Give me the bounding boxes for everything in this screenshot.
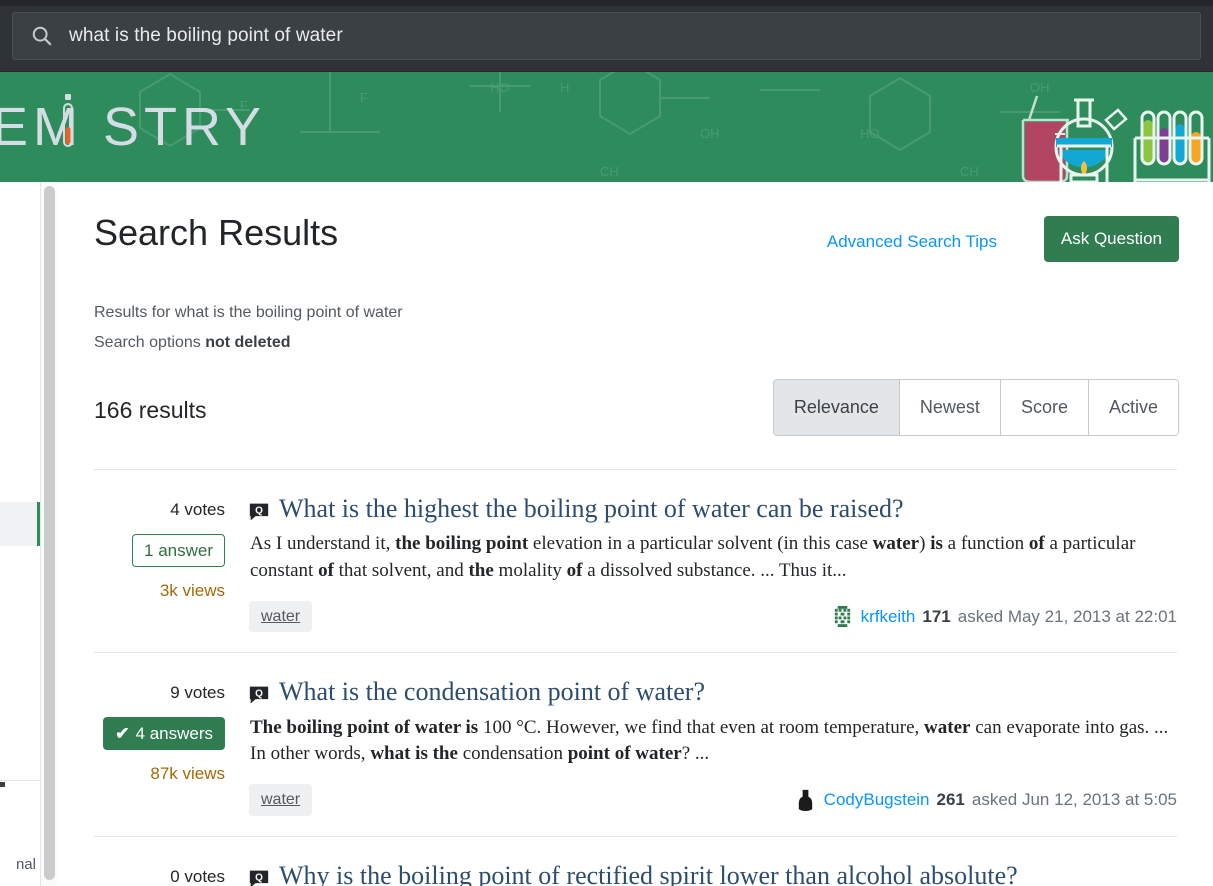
results-for-prefix: Results for — [94, 304, 175, 321]
result-title-link[interactable]: What is the highest the boiling point of… — [279, 494, 904, 524]
svg-text:OH: OH — [700, 126, 720, 141]
sidebar-item-active[interactable] — [0, 502, 40, 546]
result-timestamp: asked May 21, 2013 at 22:01 — [957, 606, 1177, 626]
result-excerpt: As I understand it, the boiling point el… — [250, 533, 1136, 581]
search-info: Results for what is the boiling point of… — [94, 298, 1177, 357]
search-result-item: 9 votes ✔ 4 answers 87k views Q What is the c… — [94, 652, 1177, 835]
svg-text:F: F — [360, 90, 368, 105]
site-logo-text[interactable]: EM STRY — [0, 96, 266, 158]
svg-text:HO: HO — [490, 80, 510, 95]
site-banner: HOH OHHO HCH CHOH FF EM STRY — [0, 72, 1213, 182]
left-sidebar: nal — [0, 182, 41, 886]
result-title-link[interactable]: What is the condensation point of water? — [279, 677, 705, 707]
result-title-link[interactable]: Why is the boiling point of rectified sp… — [279, 861, 1018, 886]
search-query-text: what is the boiling point of water — [69, 25, 343, 46]
test-tube-logo-icon — [63, 94, 73, 147]
accepted-check-icon: ✔ — [115, 723, 130, 743]
search-options-value: not deleted — [205, 333, 291, 351]
sort-tab-relevance[interactable]: Relevance — [773, 380, 900, 436]
tag-list: water — [249, 600, 313, 633]
svg-text:Q: Q — [255, 872, 263, 883]
question-icon: Q — [249, 502, 269, 522]
sidebar-bullet-icon — [0, 782, 5, 787]
silhouette-avatar — [793, 788, 817, 812]
result-stats: 9 votes ✔ 4 answers 87k views — [94, 675, 249, 815]
result-footer: water krfkeith 171 asked May 21, 2013 at 22… — [249, 600, 1177, 633]
answer-count-badge: 1 answer — [132, 533, 225, 568]
vote-count: 9 votes — [170, 683, 225, 703]
result-body: Q What is the highest the boiling point o… — [249, 492, 1177, 633]
answer-count-badge: ✔ 4 answers — [103, 716, 225, 751]
result-excerpt: The boiling point of water is 100 °C. Ho… — [250, 716, 1169, 764]
user-reputation: 171 — [922, 606, 951, 626]
result-body: Q Why is the boiling point of rectified s… — [249, 859, 1177, 886]
search-result-item: 0 votes Q Why is the boiling point of rect… — [94, 835, 1177, 886]
results-for-query: what is the boiling point of water — [174, 304, 403, 321]
identicon-avatar — [830, 605, 854, 629]
results-toolbar: 166 results Relevance Newest Score Active — [94, 379, 1179, 469]
results-list: 4 votes 1 answer 3k views Q What is the high… — [94, 469, 1177, 886]
user-reputation: 261 — [936, 789, 965, 809]
search-icon — [31, 25, 53, 47]
answer-count-label: 1 answer — [144, 540, 213, 560]
result-title-row: Q What is the highest the boiling point o… — [249, 494, 1177, 524]
search-input[interactable]: what is the boiling point of water — [12, 12, 1201, 60]
result-footer: water CodyBugstein 261 asked Jun 12, 2013 a… — [249, 783, 1177, 816]
view-count: 3k views — [159, 581, 225, 601]
browser-chrome-bar: what is the boiling point of water — [0, 0, 1213, 72]
page-scrollbar[interactable] — [41, 182, 58, 886]
vote-count: 0 votes — [170, 866, 225, 886]
result-stats: 4 votes 1 answer 3k views — [94, 492, 249, 632]
sort-tabs: Relevance Newest Score Active — [772, 379, 1179, 437]
result-user-info: CodyBugstein 261 asked Jun 12, 2013 at 5:0… — [793, 788, 1177, 812]
search-options-line: Search options not deleted — [94, 328, 1177, 358]
answer-count-label: 4 answers — [135, 723, 213, 743]
chrome-top-edge — [0, 0, 1213, 6]
tag-water[interactable]: water — [249, 783, 313, 816]
svg-text:CH: CH — [600, 164, 619, 179]
results-for-line: Results for what is the boiling point of… — [94, 298, 1177, 328]
page-title: Search Results — [94, 212, 339, 253]
result-title-row: Q Why is the boiling point of rectified s… — [249, 861, 1177, 886]
result-timestamp: asked Jun 12, 2013 at 5:05 — [971, 789, 1177, 809]
banner-lab-equipment-art — [1021, 95, 1211, 182]
question-icon: Q — [249, 869, 269, 886]
result-stats: 0 votes — [94, 859, 249, 886]
test-tube-rack-icon — [1133, 110, 1211, 182]
round-flask-burner-icon — [1054, 98, 1128, 182]
main-content: Search Results Advanced Search Tips Ask … — [58, 182, 1213, 886]
sort-tab-active[interactable]: Active — [1088, 380, 1178, 436]
svg-text:Q: Q — [255, 689, 263, 700]
question-icon: Q — [249, 685, 269, 705]
view-count: 87k views — [150, 764, 225, 784]
vote-count: 4 votes — [170, 500, 225, 520]
scrollbar-thumb[interactable] — [44, 186, 55, 880]
svg-text:H: H — [560, 80, 569, 95]
search-result-item: 4 votes 1 answer 3k views Q What is the high… — [94, 469, 1177, 652]
tag-list: water — [249, 783, 313, 816]
sidebar-text-fragment: nal — [15, 856, 36, 873]
page-header: Search Results Advanced Search Tips Ask … — [94, 182, 1179, 286]
ask-question-button[interactable]: Ask Question — [1043, 216, 1179, 262]
advanced-search-tips-link[interactable]: Advanced Search Tips — [827, 232, 997, 252]
sort-tab-newest[interactable]: Newest — [899, 380, 1001, 436]
results-count: 166 results — [94, 397, 207, 424]
svg-text:Q: Q — [255, 506, 263, 517]
result-body: Q What is the condensation point of water… — [249, 675, 1177, 816]
user-name-link[interactable]: krfkeith — [861, 607, 916, 627]
user-name-link[interactable]: CodyBugstein — [824, 790, 930, 810]
svg-text:HO: HO — [860, 126, 880, 141]
result-user-info: krfkeith 171 asked May 21, 2013 at 22:01 — [830, 605, 1177, 629]
sort-tab-score[interactable]: Score — [1000, 380, 1089, 436]
result-title-row: Q What is the condensation point of water… — [249, 677, 1177, 707]
tag-water[interactable]: water — [249, 600, 313, 633]
search-options-prefix: Search options — [94, 333, 206, 351]
sidebar-divider — [0, 780, 40, 781]
